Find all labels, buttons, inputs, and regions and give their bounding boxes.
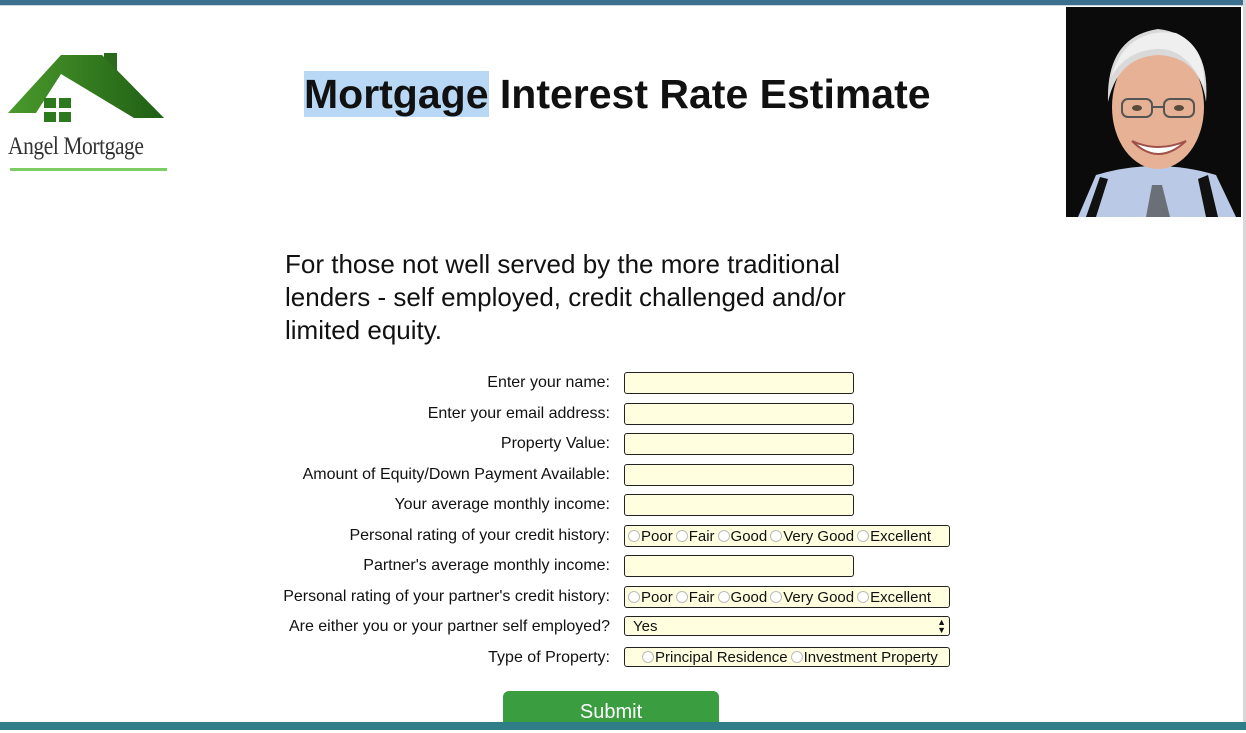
radio-circle-icon[interactable] <box>628 530 640 542</box>
title-selected-word: Mortgage <box>304 71 489 117</box>
partner-credit-option-excellent[interactable]: Excellent <box>854 589 931 606</box>
name-label: Enter your name: <box>487 374 610 391</box>
property-option-investment-property[interactable]: Investment Property <box>788 649 938 666</box>
bottom-window-bar <box>0 722 1246 730</box>
credit-row: Personal rating of your credit history: … <box>0 525 1246 549</box>
partner-credit-option-label: Good <box>730 588 768 606</box>
credit-option-label: Fair <box>688 527 715 545</box>
radio-circle-icon[interactable] <box>857 591 870 603</box>
house-icon <box>8 53 164 122</box>
partner-credit-option-label: Very Good <box>783 588 855 606</box>
property-option-principal-residence[interactable]: Principal Residence <box>639 649 788 666</box>
partner-credit-option-label: Fair <box>688 588 715 606</box>
logo-underline <box>10 168 167 171</box>
agent-portrait-image <box>1066 7 1241 217</box>
equity-row: Amount of Equity/Down Payment Available: <box>0 464 1246 488</box>
credit-option-label: Excellent <box>870 527 931 545</box>
property-value-label: Property Value: <box>500 435 610 452</box>
partner-credit-option-fair[interactable]: Fair <box>673 589 715 606</box>
credit-label: Personal rating of your credit history: <box>349 527 610 544</box>
property-option-label: Investment Property <box>803 648 938 666</box>
property-option-label: Principal Residence <box>655 648 788 666</box>
select-updown-arrows-icon: ▲ ▼ <box>937 617 946 635</box>
property-value-input[interactable] <box>624 433 854 455</box>
partner-credit-option-good[interactable]: Good <box>715 588 768 606</box>
credit-option-poor[interactable]: Poor <box>625 528 673 545</box>
partner-credit-row: Personal rating of your partner's credit… <box>0 586 1246 610</box>
radio-circle-icon[interactable] <box>717 591 730 603</box>
self-employed-selected-value: Yes <box>633 618 658 635</box>
equity-input[interactable] <box>624 464 854 486</box>
radio-circle-icon[interactable] <box>857 530 870 542</box>
partner-income-label: Partner's average monthly income: <box>363 557 610 574</box>
radio-circle-icon[interactable] <box>675 591 688 603</box>
radio-circle-icon[interactable] <box>717 530 730 542</box>
self-employed-select[interactable]: Yes ▲ ▼ <box>624 616 950 636</box>
income-input[interactable] <box>624 494 854 516</box>
credit-option-excellent[interactable]: Excellent <box>854 528 931 545</box>
credit-option-label: Poor <box>641 527 673 545</box>
radio-circle-icon[interactable] <box>770 530 783 542</box>
email-label: Enter your email address: <box>427 405 610 422</box>
intro-tagline: For those not well served by the more tr… <box>285 249 846 345</box>
partner-credit-option-label: Excellent <box>870 588 931 606</box>
income-label: Your average monthly income: <box>394 496 610 513</box>
partner-income-input[interactable] <box>624 555 854 577</box>
page-title: Mortgage Interest Rate Estimate <box>304 68 931 120</box>
partner-credit-option-very-good[interactable]: Very Good <box>767 589 854 606</box>
radio-circle-icon[interactable] <box>628 591 640 603</box>
partner-credit-rating-radio-group: Poor Fair Good Very Good Excellent <box>624 586 950 608</box>
property-type-label: Type of Property: <box>488 649 610 666</box>
agent-photo <box>1066 7 1241 217</box>
self-employed-row: Are either you or your partner self empl… <box>0 616 1246 640</box>
property-type-radio-group: Principal Residence Investment Property <box>624 647 950 667</box>
name-row: Enter your name: <box>0 372 1246 396</box>
window-top-border-shadow <box>0 5 1246 6</box>
radio-circle-icon[interactable] <box>675 530 688 542</box>
credit-option-very-good[interactable]: Very Good <box>767 528 854 545</box>
property-value-row: Property Value: <box>0 433 1246 457</box>
partner-credit-option-label: Poor <box>641 588 673 606</box>
credit-option-label: Very Good <box>783 527 855 545</box>
radio-circle-icon[interactable] <box>770 591 783 603</box>
partner-credit-option-poor[interactable]: Poor <box>625 589 673 606</box>
name-input[interactable] <box>624 372 854 394</box>
title-rest: Interest Rate Estimate <box>488 71 931 117</box>
credit-option-label: Good <box>730 527 768 545</box>
property-type-row: Type of Property: Principal Residence In… <box>0 647 1246 671</box>
email-input[interactable] <box>624 403 854 425</box>
self-employed-label: Are either you or your partner self empl… <box>288 618 610 635</box>
radio-circle-icon[interactable] <box>642 651 654 663</box>
credit-rating-radio-group: Poor Fair Good Very Good Excellent <box>624 525 950 547</box>
income-row: Your average monthly income: <box>0 494 1246 518</box>
equity-label: Amount of Equity/Down Payment Available: <box>302 466 610 483</box>
credit-option-fair[interactable]: Fair <box>673 528 715 545</box>
angel-mortgage-logo[interactable]: Angel Mortgage <box>6 50 171 175</box>
email-row: Enter your email address: <box>0 403 1246 427</box>
credit-option-good[interactable]: Good <box>715 527 768 545</box>
logo-wordmark: Angel Mortgage <box>8 133 144 160</box>
radio-circle-icon[interactable] <box>790 651 803 663</box>
partner-income-row: Partner's average monthly income: <box>0 555 1246 579</box>
partner-credit-label: Personal rating of your partner's credit… <box>283 588 610 605</box>
